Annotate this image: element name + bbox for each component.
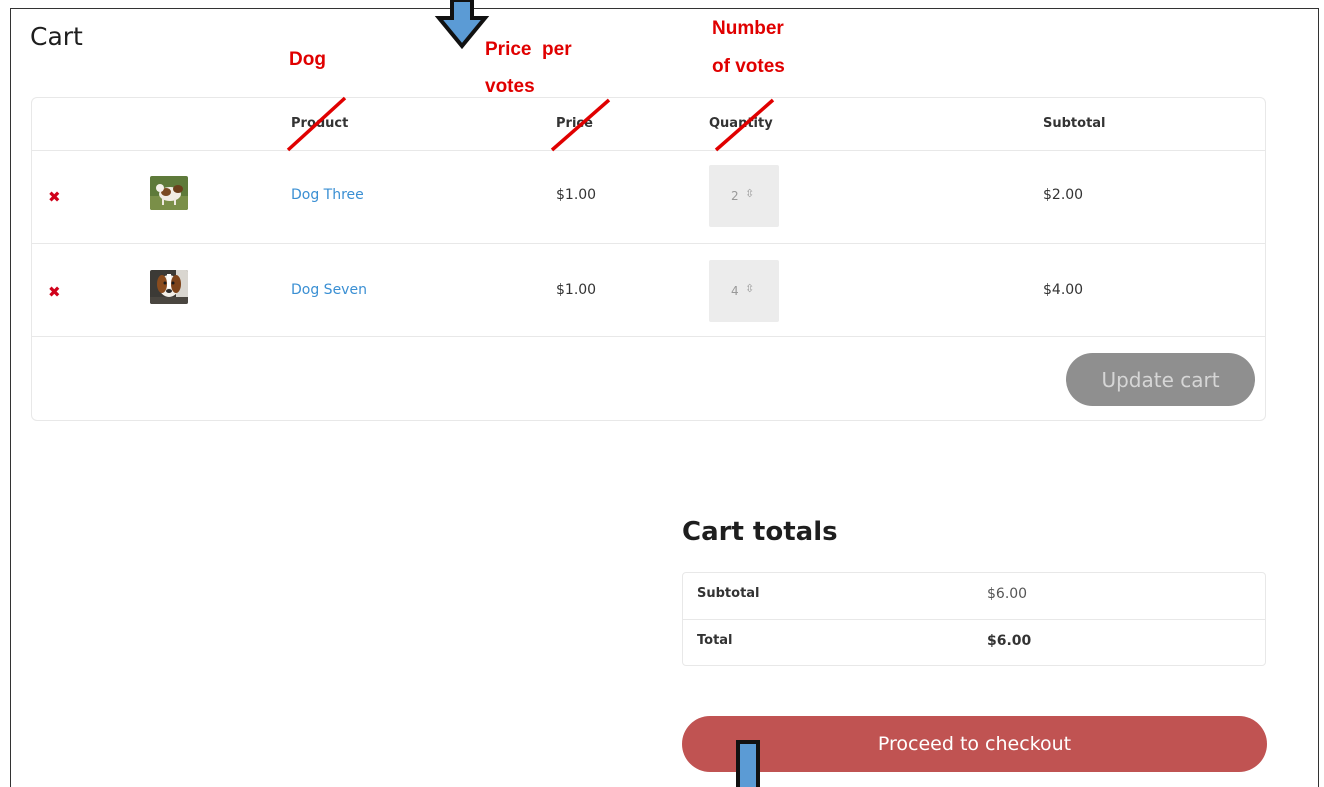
annotation-price-line2: votes [485,76,535,97]
subtotal-cell: $2.00 [1043,187,1084,203]
quantity-value: 4 [731,284,739,298]
spin-arrows-icon[interactable]: ⇳ [745,282,754,295]
column-header-subtotal: Subtotal [1043,116,1106,131]
totals-total-label: Total [697,633,733,648]
quantity-stepper[interactable]: 4 ⇳ [709,260,779,322]
column-header-price: Price [556,116,593,131]
remove-x-icon[interactable]: ✖ [48,285,62,300]
annotation-quantity-line2: of votes [712,56,785,77]
spin-arrows-icon[interactable]: ⇳ [745,187,754,200]
totals-total-value: $6.00 [987,633,1032,649]
row-divider [32,336,1265,337]
totals-subtotal-label: Subtotal [697,586,760,601]
totals-subtotal-row: Subtotal $6.00 [683,573,1265,619]
cart-table: Product Price Quantity Subtotal ✖ Dog Th… [31,97,1266,421]
cart-totals-title: Cart totals [682,517,838,547]
product-thumbnail[interactable] [150,270,188,304]
quantity-value: 2 [731,189,739,203]
update-cart-button[interactable]: Update cart [1066,353,1255,406]
cart-totals-table: Subtotal $6.00 Total $6.00 [682,572,1266,666]
product-thumbnail[interactable] [150,176,188,210]
product-link-dog-seven[interactable]: Dog Seven [291,282,367,298]
totals-subtotal-value: $6.00 [987,586,1028,602]
column-header-quantity: Quantity [709,116,773,131]
subtotal-cell: $4.00 [1043,282,1084,298]
price-cell: $1.00 [556,282,597,298]
price-cell: $1.00 [556,187,597,203]
annotation-price-line1: Price per [485,39,572,60]
column-header-product: Product [291,116,349,131]
remove-x-icon[interactable]: ✖ [48,190,62,205]
row-divider [32,243,1265,244]
annotation-quantity-line1: Number [712,18,784,39]
proceed-to-checkout-button[interactable]: Proceed to checkout [682,716,1267,772]
row-divider [32,150,1265,151]
quantity-stepper[interactable]: 2 ⇳ [709,165,779,227]
page-title: Cart [30,22,83,51]
totals-total-row: Total $6.00 [683,619,1265,665]
product-link-dog-three[interactable]: Dog Three [291,187,364,203]
annotation-product: Dog [289,49,326,70]
